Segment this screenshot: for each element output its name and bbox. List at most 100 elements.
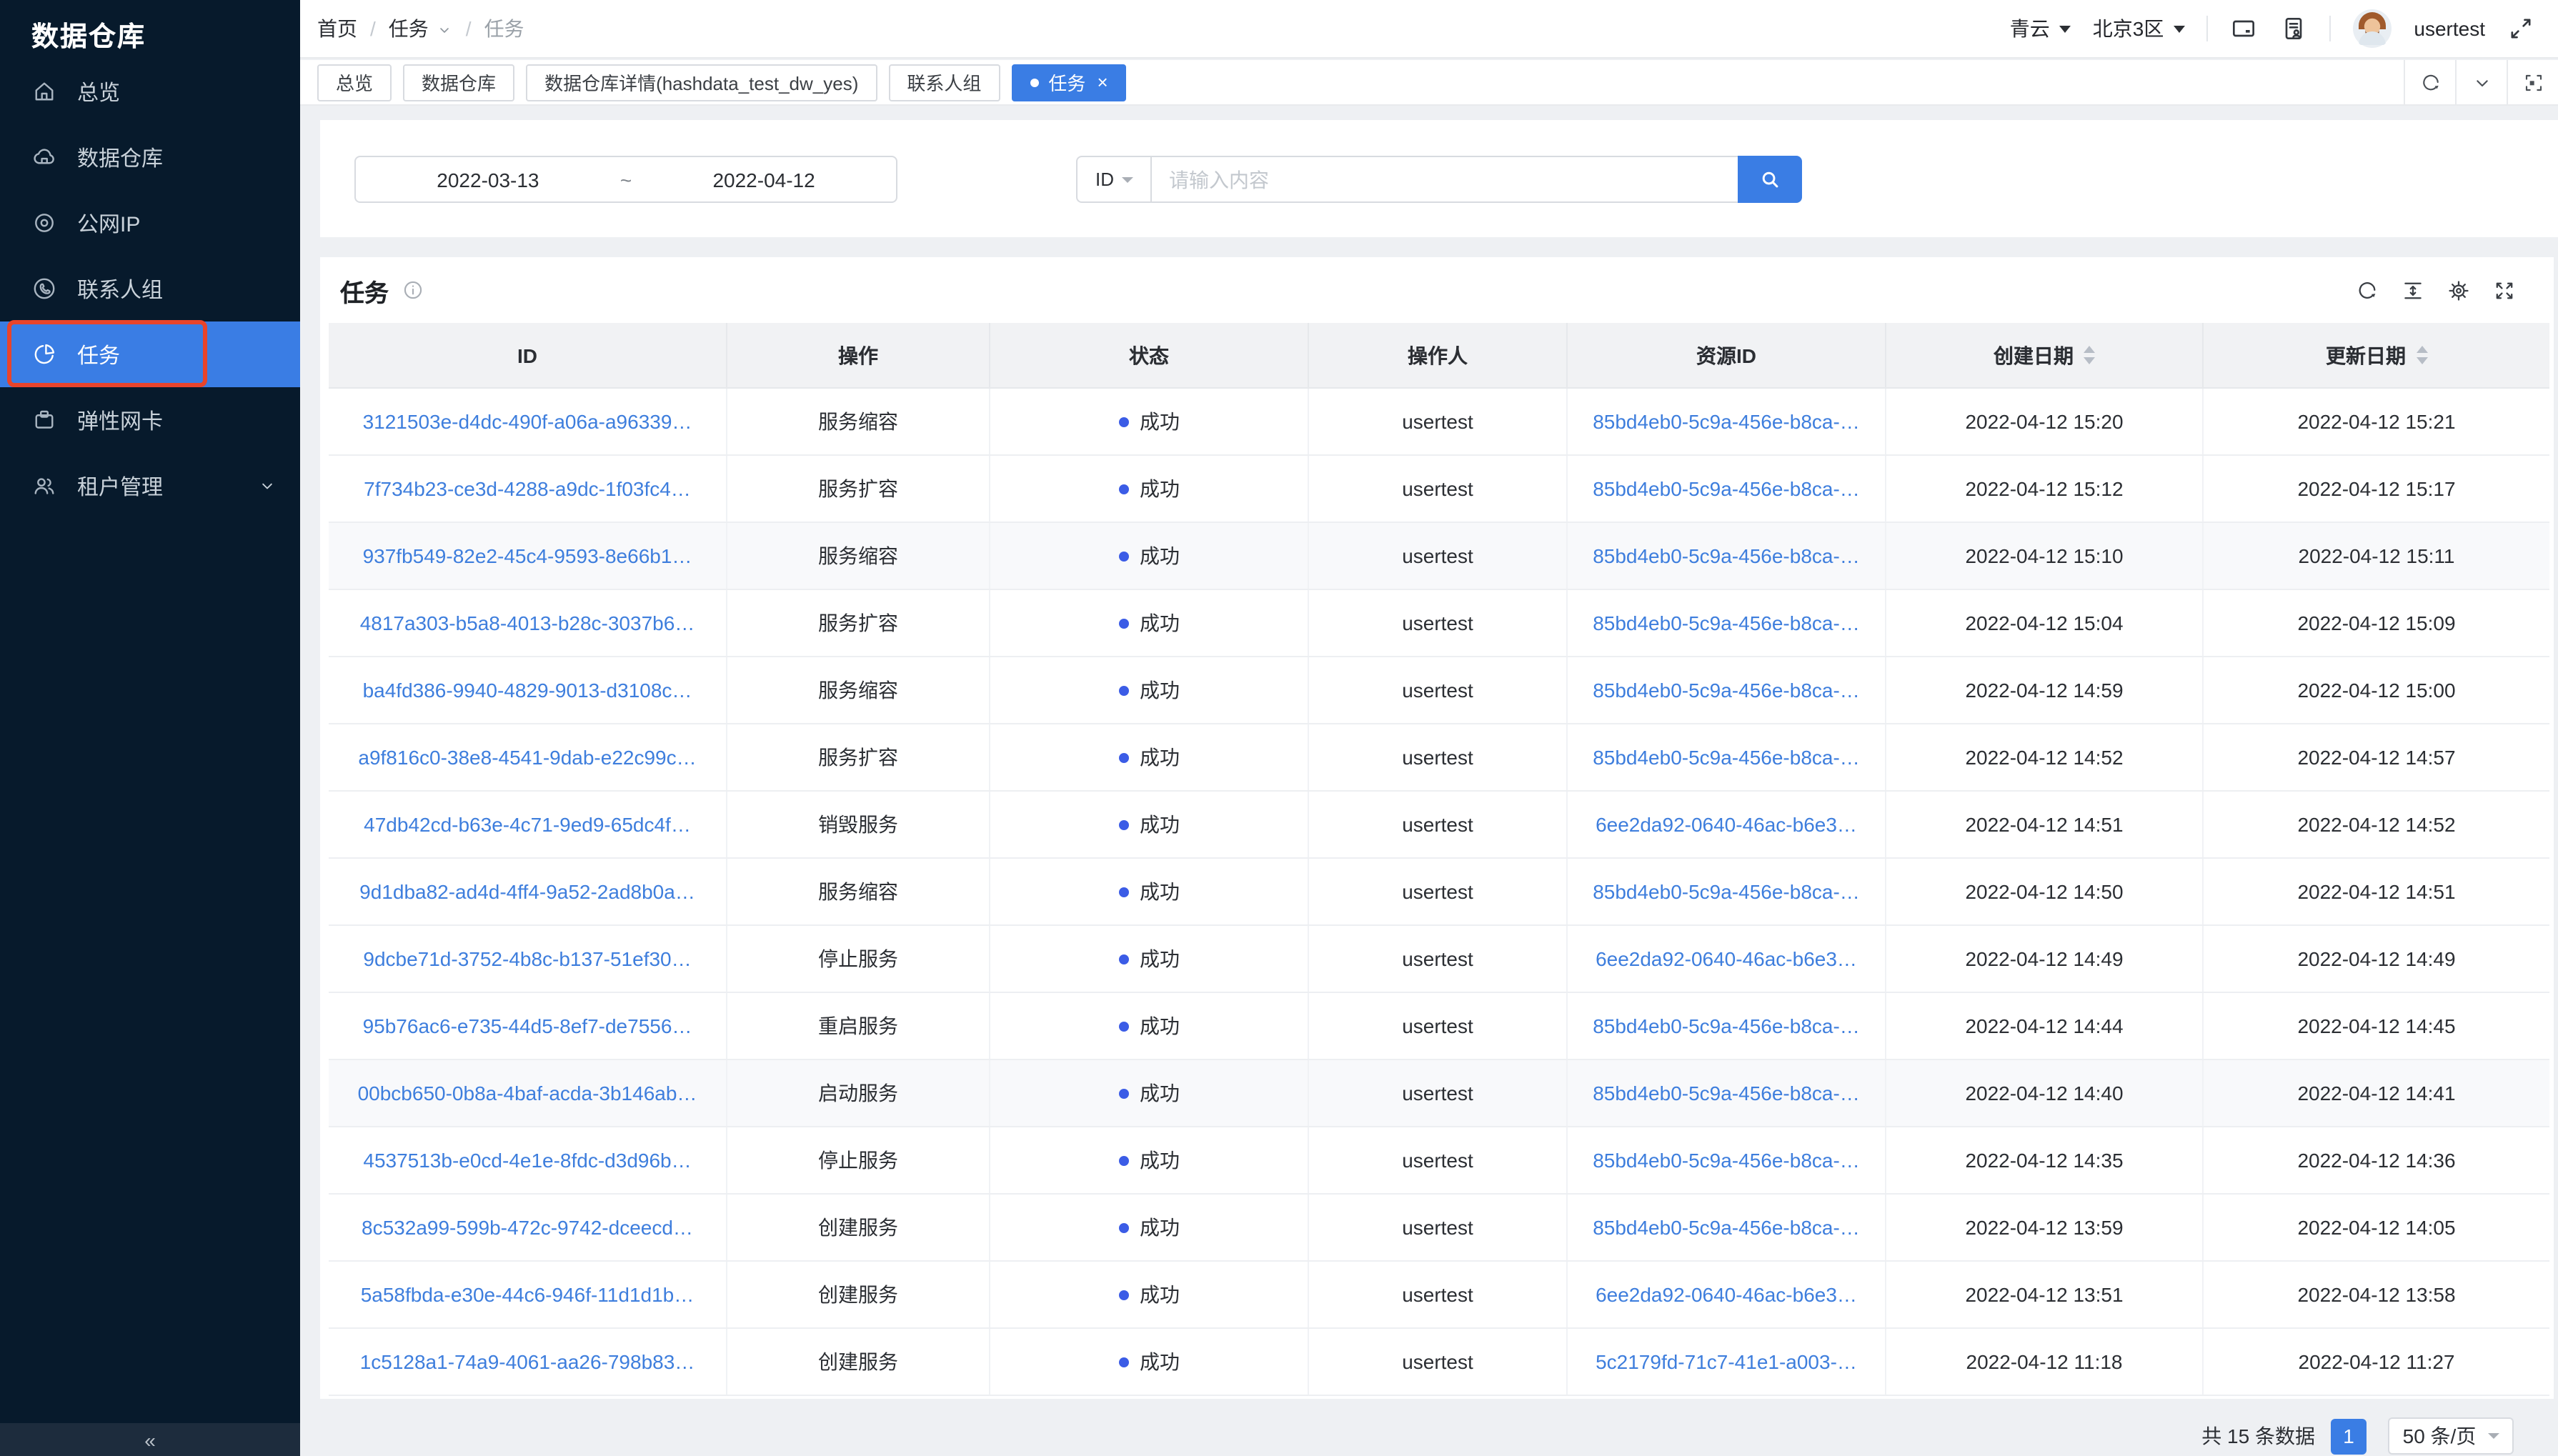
column-header[interactable]: 创建日期	[1886, 323, 2204, 387]
sort-control[interactable]	[2084, 346, 2095, 364]
page-size-select[interactable]: 50 条/页	[2388, 1417, 2514, 1455]
resource-id-link[interactable]: 85bd4eb0-5c9a-456e-b8ca-…	[1593, 612, 1860, 634]
sort-control[interactable]	[2416, 346, 2427, 364]
info-icon[interactable]	[402, 279, 424, 301]
table-fullscreen-icon[interactable]	[2492, 278, 2517, 302]
sidebar-item-tasks[interactable]: 任务	[0, 321, 300, 387]
resource-id-link[interactable]: 85bd4eb0-5c9a-456e-b8ca-…	[1593, 880, 1860, 903]
resource-id-link[interactable]: 85bd4eb0-5c9a-456e-b8ca-…	[1593, 477, 1860, 500]
username[interactable]: usertest	[2414, 17, 2485, 40]
billing-icon[interactable]	[2229, 14, 2258, 43]
task-id-link[interactable]: 00bcb650-0b8a-4baf-acda-3b146ab…	[358, 1082, 697, 1105]
sidebar-collapse-button[interactable]: «	[0, 1423, 300, 1456]
sort-desc-icon[interactable]	[2084, 357, 2095, 364]
resource-id-link[interactable]: 5c2179fd-71c7-41e1-a003-…	[1596, 1350, 1857, 1373]
task-id-link[interactable]: 1c5128a1-74a9-4061-aa26-798b83…	[360, 1350, 695, 1373]
cell-task-id: a9f816c0-38e8-4541-9dab-e22c99c…	[329, 724, 727, 790]
task-id-link[interactable]: 4817a303-b5a8-4013-b28c-3037b6…	[360, 612, 695, 634]
column-settings-icon[interactable]	[2447, 278, 2471, 302]
task-id-link[interactable]: 95b76ac6-e735-44d5-8ef7-de7556…	[363, 1014, 692, 1037]
sort-asc-icon[interactable]	[2416, 346, 2427, 354]
tab-data-warehouse[interactable]: 数据仓库	[403, 64, 514, 101]
status-label: 成功	[1140, 743, 1180, 772]
fullscreen-icon[interactable]	[2507, 14, 2535, 43]
sidebar-item-contact-group[interactable]: 联系人组	[0, 256, 300, 321]
sidebar-item-data-warehouse[interactable]: 数据仓库	[0, 124, 300, 190]
document-user-icon[interactable]	[2279, 14, 2308, 43]
sidebar-item-public-ip[interactable]: 公网IP	[0, 190, 300, 256]
cell-resource-id: 85bd4eb0-5c9a-456e-b8ca-…	[1568, 590, 1886, 656]
task-id-link[interactable]: 8c532a99-599b-472c-9742-dceecd…	[362, 1216, 693, 1239]
provider-select[interactable]: 青云	[2010, 14, 2071, 43]
table-row: 9d1dba82-ad4d-4ff4-9a52-2ad8b0a…服务缩容成功us…	[329, 859, 2549, 926]
sort-desc-icon[interactable]	[2416, 357, 2427, 364]
breadcrumb-item[interactable]: 任务	[484, 14, 524, 43]
cell-operator: usertest	[1309, 724, 1568, 790]
region-select[interactable]: 北京3区	[2093, 14, 2186, 43]
refresh-tabs-icon[interactable]	[2404, 60, 2455, 104]
table-row: 4817a303-b5a8-4013-b28c-3037b6…服务扩容成功use…	[329, 590, 2549, 657]
search-input[interactable]	[1150, 156, 1738, 203]
resource-id-link[interactable]: 85bd4eb0-5c9a-456e-b8ca-…	[1593, 544, 1860, 567]
task-id-link[interactable]: ba4fd386-9940-4829-9013-d3108c…	[363, 679, 692, 702]
search-icon	[1758, 167, 1782, 191]
tab-tasks[interactable]: 任务×	[1011, 64, 1126, 101]
cell-operation: 创建服务	[727, 1329, 990, 1395]
resource-id-link[interactable]: 85bd4eb0-5c9a-456e-b8ca-…	[1593, 410, 1860, 433]
resource-id-link[interactable]: 85bd4eb0-5c9a-456e-b8ca-…	[1593, 1014, 1860, 1037]
task-id-link[interactable]: 47db42cd-b63e-4c71-9ed9-65dc4f…	[364, 813, 691, 836]
task-id-link[interactable]: a9f816c0-38e8-4541-9dab-e22c99c…	[358, 746, 696, 769]
cell-resource-id: 85bd4eb0-5c9a-456e-b8ca-…	[1568, 657, 1886, 723]
status-label: 成功	[1140, 1012, 1180, 1040]
table-row: 95b76ac6-e735-44d5-8ef7-de7556…重启服务成功use…	[329, 993, 2549, 1060]
tabs-menu-icon[interactable]	[2455, 60, 2507, 104]
cell-operation: 服务扩容	[727, 590, 990, 656]
date-range-picker[interactable]: 2022-03-13 ~ 2022-04-12	[354, 156, 897, 203]
task-id-link[interactable]: 3121503e-d4dc-490f-a06a-a96339…	[363, 410, 692, 433]
cell-status: 成功	[990, 724, 1309, 790]
resource-id-link[interactable]: 85bd4eb0-5c9a-456e-b8ca-…	[1593, 1149, 1860, 1172]
table-row: 5a58fbda-e30e-44c6-946f-11d1d1b…创建服务成功us…	[329, 1262, 2549, 1329]
task-id-link[interactable]: 9d1dba82-ad4d-4ff4-9a52-2ad8b0a…	[359, 880, 695, 903]
resource-id-link[interactable]: 85bd4eb0-5c9a-456e-b8ca-…	[1593, 679, 1860, 702]
avatar[interactable]	[2352, 9, 2392, 49]
tab-dw-detail[interactable]: 数据仓库详情(hashdata_test_dw_yes)	[526, 64, 877, 101]
search-group: ID	[1076, 156, 1802, 203]
date-end[interactable]: 2022-04-12	[712, 168, 815, 191]
cell-resource-id: 5c2179fd-71c7-41e1-a003-…	[1568, 1329, 1886, 1395]
task-id-link[interactable]: 9dcbe71d-3752-4b8c-b137-51ef30…	[363, 947, 691, 970]
cell-task-id: 4537513b-e0cd-4e1e-8fdc-d3d96b…	[329, 1127, 727, 1193]
date-start[interactable]: 2022-03-13	[437, 168, 539, 191]
close-tab-icon[interactable]: ×	[1097, 73, 1108, 91]
row-density-icon[interactable]	[2401, 278, 2425, 302]
cell-created: 2022-04-12 15:12	[1886, 456, 2204, 522]
sidebar-item-overview[interactable]: 总览	[0, 59, 300, 124]
cell-operator: usertest	[1309, 590, 1568, 656]
resource-id-link[interactable]: 85bd4eb0-5c9a-456e-b8ca-…	[1593, 1082, 1860, 1105]
cell-operator: usertest	[1309, 523, 1568, 589]
task-id-link[interactable]: 4537513b-e0cd-4e1e-8fdc-d3d96b…	[363, 1149, 691, 1172]
maximize-pane-icon[interactable]	[2507, 60, 2558, 104]
sort-asc-icon[interactable]	[2084, 346, 2095, 354]
task-id-link[interactable]: 937fb549-82e2-45c4-9593-8e66b1…	[363, 544, 692, 567]
breadcrumb-item[interactable]: 任务	[389, 14, 429, 43]
resource-id-link[interactable]: 85bd4eb0-5c9a-456e-b8ca-…	[1593, 746, 1860, 769]
resource-id-link[interactable]: 6ee2da92-0640-46ac-b6e3…	[1596, 947, 1857, 970]
resource-id-link[interactable]: 85bd4eb0-5c9a-456e-b8ca-…	[1593, 1216, 1860, 1239]
resource-id-link[interactable]: 6ee2da92-0640-46ac-b6e3…	[1596, 1283, 1857, 1306]
search-button[interactable]	[1738, 156, 1802, 203]
tab-contact-group[interactable]: 联系人组	[888, 64, 1000, 101]
breadcrumb-item[interactable]: 首页	[317, 14, 357, 43]
pagination: 共 15 条数据 1 50 条/页	[2201, 1416, 2514, 1456]
sidebar-item-tenant-mgmt[interactable]: 租户管理	[0, 453, 300, 519]
page-1-button[interactable]: 1	[2331, 1418, 2367, 1454]
refresh-table-icon[interactable]	[2355, 278, 2379, 302]
column-header[interactable]: 更新日期	[2204, 323, 2549, 387]
table-row: 00bcb650-0b8a-4baf-acda-3b146ab…启动服务成功us…	[329, 1060, 2549, 1127]
search-field-select[interactable]: ID	[1076, 156, 1150, 203]
resource-id-link[interactable]: 6ee2da92-0640-46ac-b6e3…	[1596, 813, 1857, 836]
tab-overview[interactable]: 总览	[317, 64, 392, 101]
sidebar-item-elastic-nic[interactable]: 弹性网卡	[0, 387, 300, 453]
task-id-link[interactable]: 5a58fbda-e30e-44c6-946f-11d1d1b…	[361, 1283, 695, 1306]
task-id-link[interactable]: 7f734b23-ce3d-4288-a9dc-1f03fc4…	[364, 477, 691, 500]
